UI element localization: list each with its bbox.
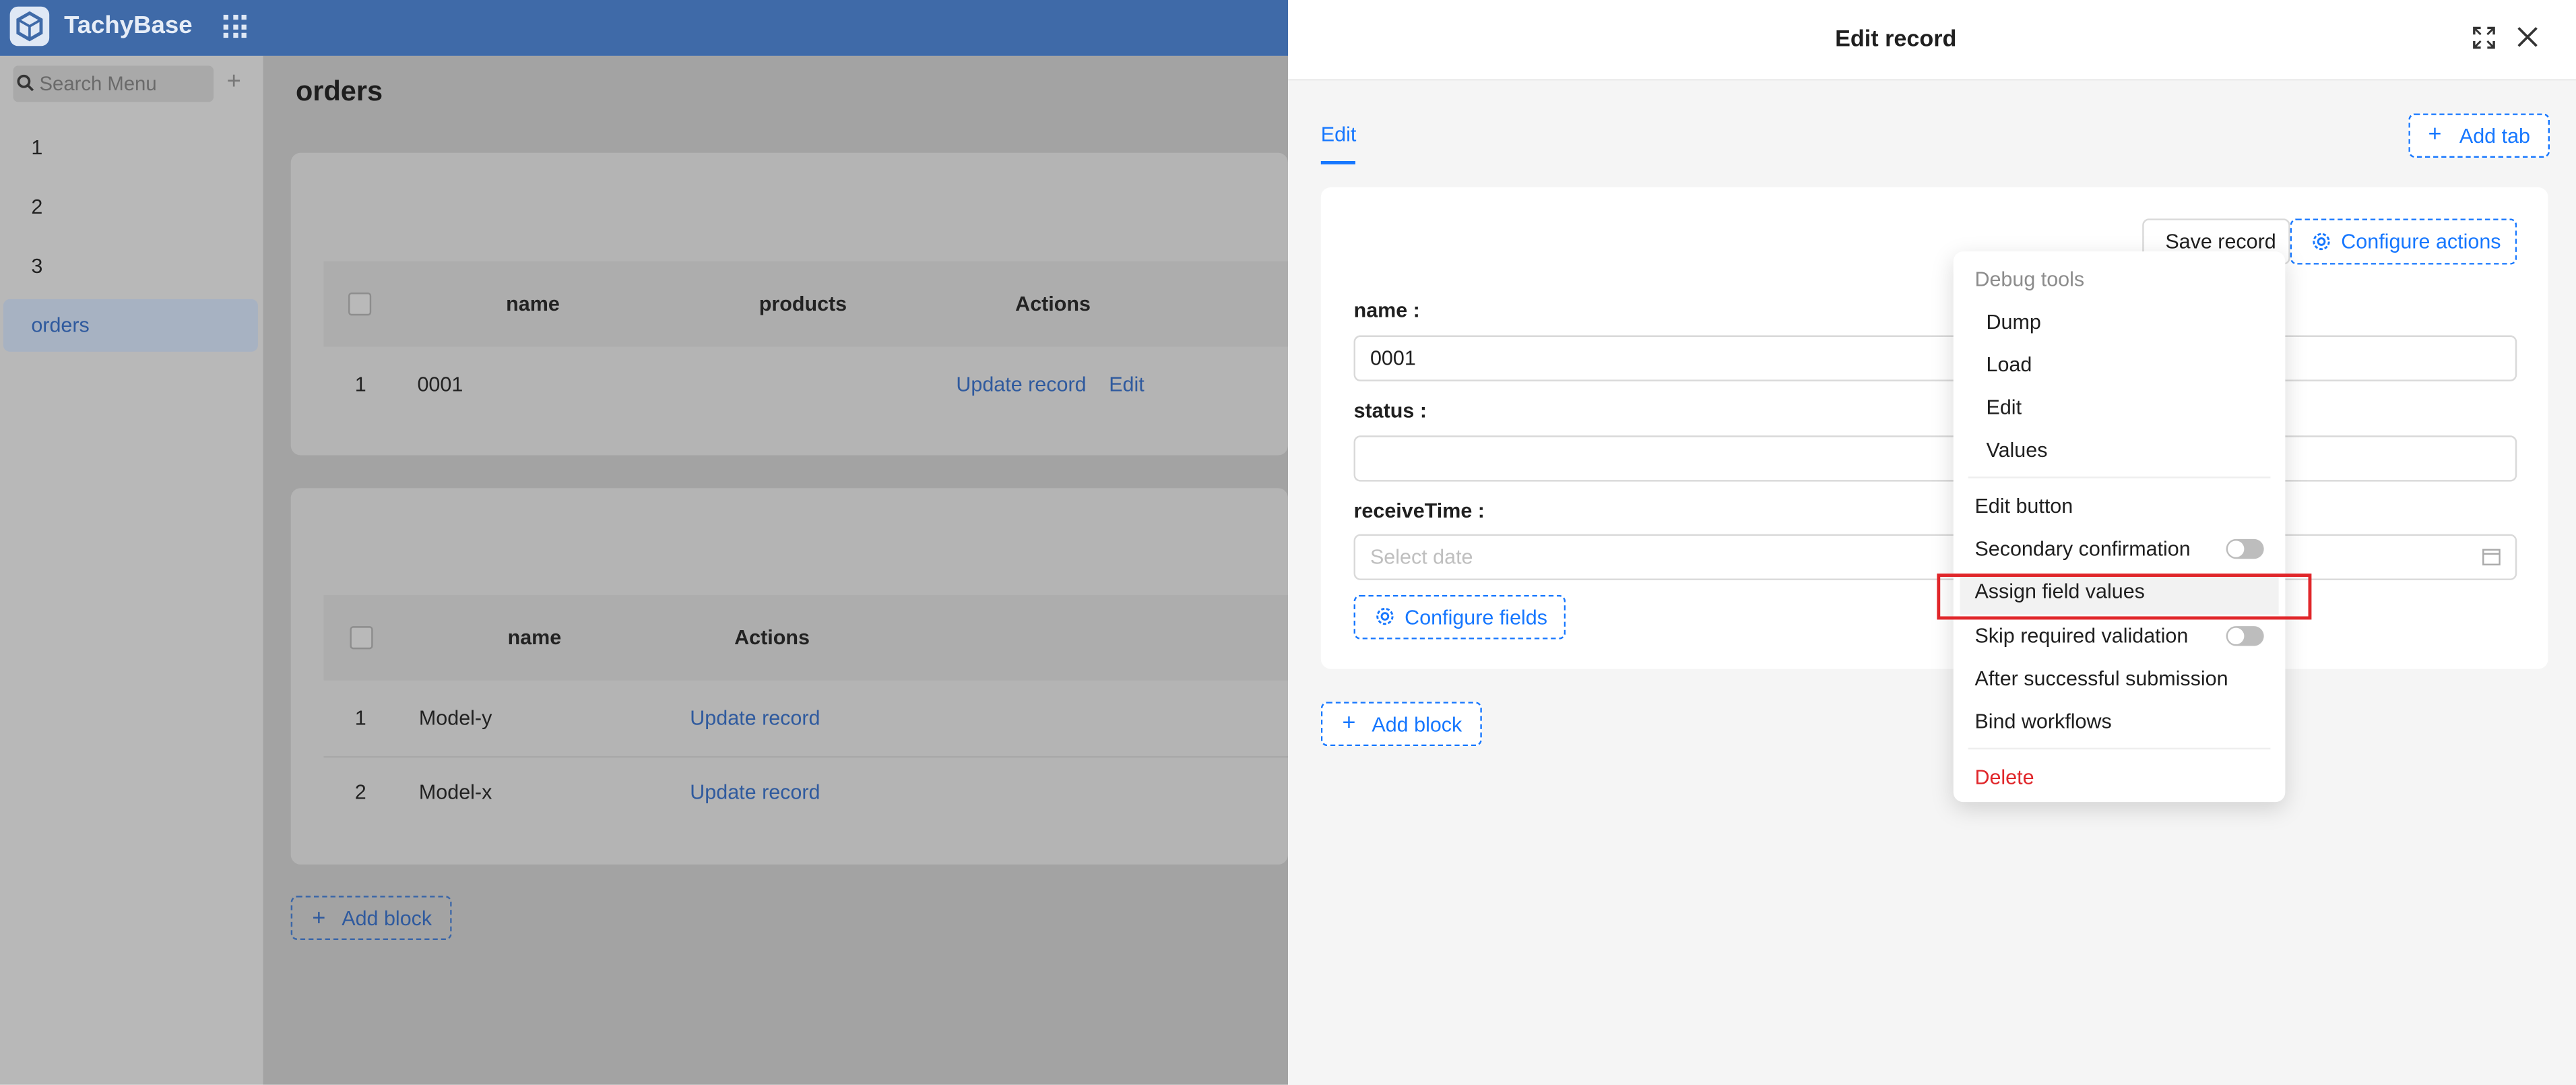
save-record-label: Save record [2165, 230, 2276, 253]
configure-actions-label: Configure actions [2341, 230, 2501, 253]
menu-item-orders[interactable]: orders [31, 314, 89, 337]
add-block-button[interactable]: + Add block [290, 896, 452, 940]
menu-item-values[interactable]: Values [1987, 439, 2048, 462]
row-divider [323, 755, 1289, 758]
plus-icon: + [1342, 708, 1356, 735]
page-title: orders [295, 75, 383, 107]
menu-item-1[interactable]: 1 [31, 136, 42, 159]
calendar-icon [2482, 549, 2501, 565]
skip-required-validation-toggle[interactable] [2226, 626, 2264, 646]
top-header [0, 0, 1289, 56]
name-value: 0001 [1370, 346, 1416, 370]
col-actions: Actions [734, 626, 810, 650]
menu-item-delete[interactable]: Delete [1974, 766, 2034, 788]
add-block-label: Add block [1372, 713, 1462, 737]
col-name: name [506, 292, 560, 316]
configure-actions-button[interactable]: Configure actions [2290, 218, 2517, 265]
menu-item-bind-workflows[interactable]: Bind workflows [1974, 710, 2111, 733]
add-tab-label: Add tab [2459, 125, 2530, 148]
status-input[interactable] [1353, 435, 2517, 482]
app-name: TachyBase [64, 11, 193, 40]
update-record-link[interactable]: Update record [690, 780, 820, 803]
update-record-link[interactable]: Update record [690, 707, 820, 730]
row-index: 1 [354, 706, 366, 730]
col-actions: Actions [1015, 292, 1091, 316]
search-placeholder: Search Menu [39, 72, 157, 96]
menu-divider [1968, 476, 2271, 478]
menu-item-after-successful-submission[interactable]: After successful submission [1974, 667, 2228, 690]
drawer-title: Edit record [1835, 24, 1957, 51]
highlight-annotation-box [1937, 574, 2312, 620]
secondary-confirmation-toggle[interactable] [2226, 538, 2264, 559]
field-label-name: name : [1353, 299, 1420, 323]
gear-icon [2313, 232, 2330, 251]
maximize-icon[interactable] [2472, 26, 2495, 49]
menu-item-skip-required-validation[interactable]: Skip required validation [1974, 625, 2188, 648]
plus-icon: + [312, 904, 326, 931]
row-index: 1 [354, 373, 366, 396]
menu-divider [1968, 747, 2271, 750]
apps-grid-icon[interactable] [223, 14, 247, 38]
col-products: products [759, 292, 847, 316]
add-block-button[interactable]: + Add block [1320, 702, 1482, 747]
menu-item-edit-button[interactable]: Edit button [1974, 495, 2073, 518]
row-name: 0001 [417, 373, 463, 396]
add-tab-button[interactable]: + Add tab [2408, 113, 2550, 158]
logo-icon[interactable] [9, 6, 50, 46]
row-index: 2 [354, 780, 366, 804]
add-block-label: Add block [342, 907, 432, 931]
menu-item-dump[interactable]: Dump [1987, 311, 2041, 334]
field-label-receivetime: receiveTime : [1353, 499, 1485, 523]
col-name: name [507, 626, 562, 650]
close-icon[interactable] [2517, 26, 2538, 48]
field-label-status: status : [1353, 399, 1427, 423]
menu-item-secondary-confirmation[interactable]: Secondary confirmation [1974, 537, 2190, 560]
row-name: Model-x [418, 780, 492, 804]
name-input[interactable]: 0001 [1353, 335, 2517, 381]
search-icon [17, 74, 34, 92]
row-name: Model-y [418, 706, 492, 730]
configure-fields-button[interactable]: Configure fields [1353, 594, 1566, 640]
select-all-checkbox[interactable] [348, 292, 372, 316]
menu-group-debug-tools: Debug tools [1974, 268, 2085, 291]
plus-icon: + [2428, 120, 2442, 147]
tab-edit[interactable]: Edit [1321, 123, 1357, 146]
menu-item-load[interactable]: Load [1987, 353, 2032, 376]
edit-link[interactable]: Edit [1109, 373, 1145, 396]
menu-item-edit[interactable]: Edit [1987, 396, 2022, 419]
receive-time-picker[interactable]: Select date [1353, 534, 2517, 580]
date-placeholder: Select date [1370, 545, 1473, 569]
tab-active-indicator [1320, 161, 1356, 164]
select-all-checkbox[interactable] [350, 626, 373, 650]
add-menu-icon[interactable]: + [227, 67, 241, 95]
menu-item-2[interactable]: 2 [31, 195, 42, 218]
menu-item-3[interactable]: 3 [31, 255, 42, 278]
configure-fields-label: Configure fields [1405, 606, 1548, 630]
update-record-link[interactable]: Update record [956, 373, 1086, 396]
gear-icon [1376, 607, 1394, 625]
